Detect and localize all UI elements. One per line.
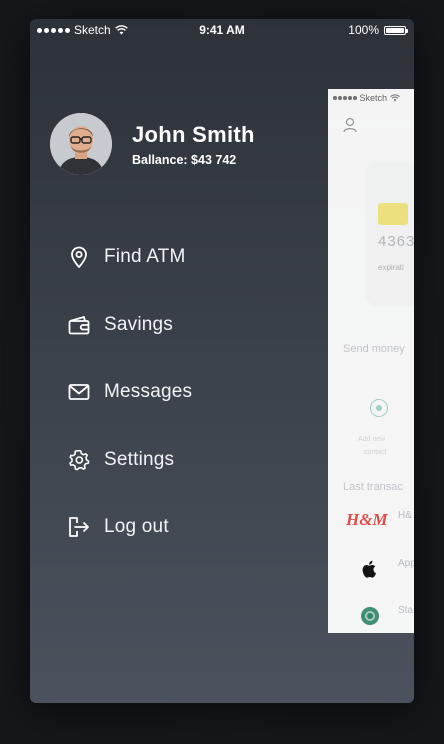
menu-item-savings[interactable]: Savings	[68, 311, 192, 339]
logout-icon	[68, 516, 90, 538]
user-icon	[343, 117, 357, 133]
transaction-label: App	[398, 558, 414, 569]
user-photo-icon	[50, 113, 112, 175]
gear-icon	[68, 449, 90, 471]
envelope-icon	[68, 381, 90, 403]
add-contact-label: Add new	[358, 436, 386, 443]
user-name: John Smith	[132, 121, 255, 147]
add-contact-label-2: contact	[364, 449, 387, 456]
battery-percent: 100%	[348, 23, 379, 37]
battery-icon	[384, 25, 408, 35]
wallet-icon	[68, 314, 90, 336]
wifi-icon	[390, 94, 400, 102]
menu-item-log-out[interactable]: Log out	[68, 513, 192, 541]
drawer-menu: Find ATM Savings Messages Settings Log o…	[68, 243, 192, 581]
card-expiration-label: expirati	[378, 263, 404, 272]
background-app-preview[interactable]: Sketch 4363 expirati Send money Add new …	[328, 89, 414, 633]
credit-card: 4363 expirati	[368, 163, 414, 303]
screen-background: Sketch 9:41 AM 100% Sketch 4363 expirati…	[0, 0, 444, 744]
starbucks-logo-icon	[346, 601, 386, 631]
menu-item-messages[interactable]: Messages	[68, 378, 192, 406]
menu-item-label: Find ATM	[104, 246, 186, 267]
menu-item-find-atm[interactable]: Find ATM	[68, 243, 192, 271]
app-carrier-label: Sketch	[359, 93, 388, 103]
hm-logo-icon: H&M	[346, 510, 388, 529]
transaction-label: H&	[398, 510, 412, 521]
last-transactions-heading: Last transac	[343, 481, 403, 493]
menu-item-label: Settings	[104, 448, 175, 470]
card-chip-icon	[378, 203, 408, 225]
signal-dots-icon	[333, 96, 357, 100]
user-balance: Ballance: $43 742	[132, 152, 237, 167]
avatar[interactable]	[50, 113, 112, 175]
transaction-label: Sta	[398, 605, 414, 616]
add-contact-icon	[370, 399, 388, 417]
menu-item-label: Messages	[104, 381, 193, 403]
menu-item-settings[interactable]: Settings	[68, 446, 192, 474]
send-money-heading: Send money	[343, 343, 405, 355]
card-number: 4363	[378, 233, 414, 250]
app-status-bar: Sketch	[333, 93, 400, 103]
apple-logo-icon	[346, 554, 386, 584]
status-right: 100%	[348, 23, 408, 37]
user-profile[interactable]: John Smith Ballance: $43 742	[50, 113, 255, 175]
location-pin-icon	[68, 246, 90, 268]
phone-screen: Sketch 9:41 AM 100% Sketch 4363 expirati…	[30, 19, 414, 703]
status-bar: Sketch 9:41 AM 100%	[30, 19, 414, 41]
menu-item-label: Log out	[104, 516, 169, 538]
menu-item-label: Savings	[104, 313, 173, 335]
